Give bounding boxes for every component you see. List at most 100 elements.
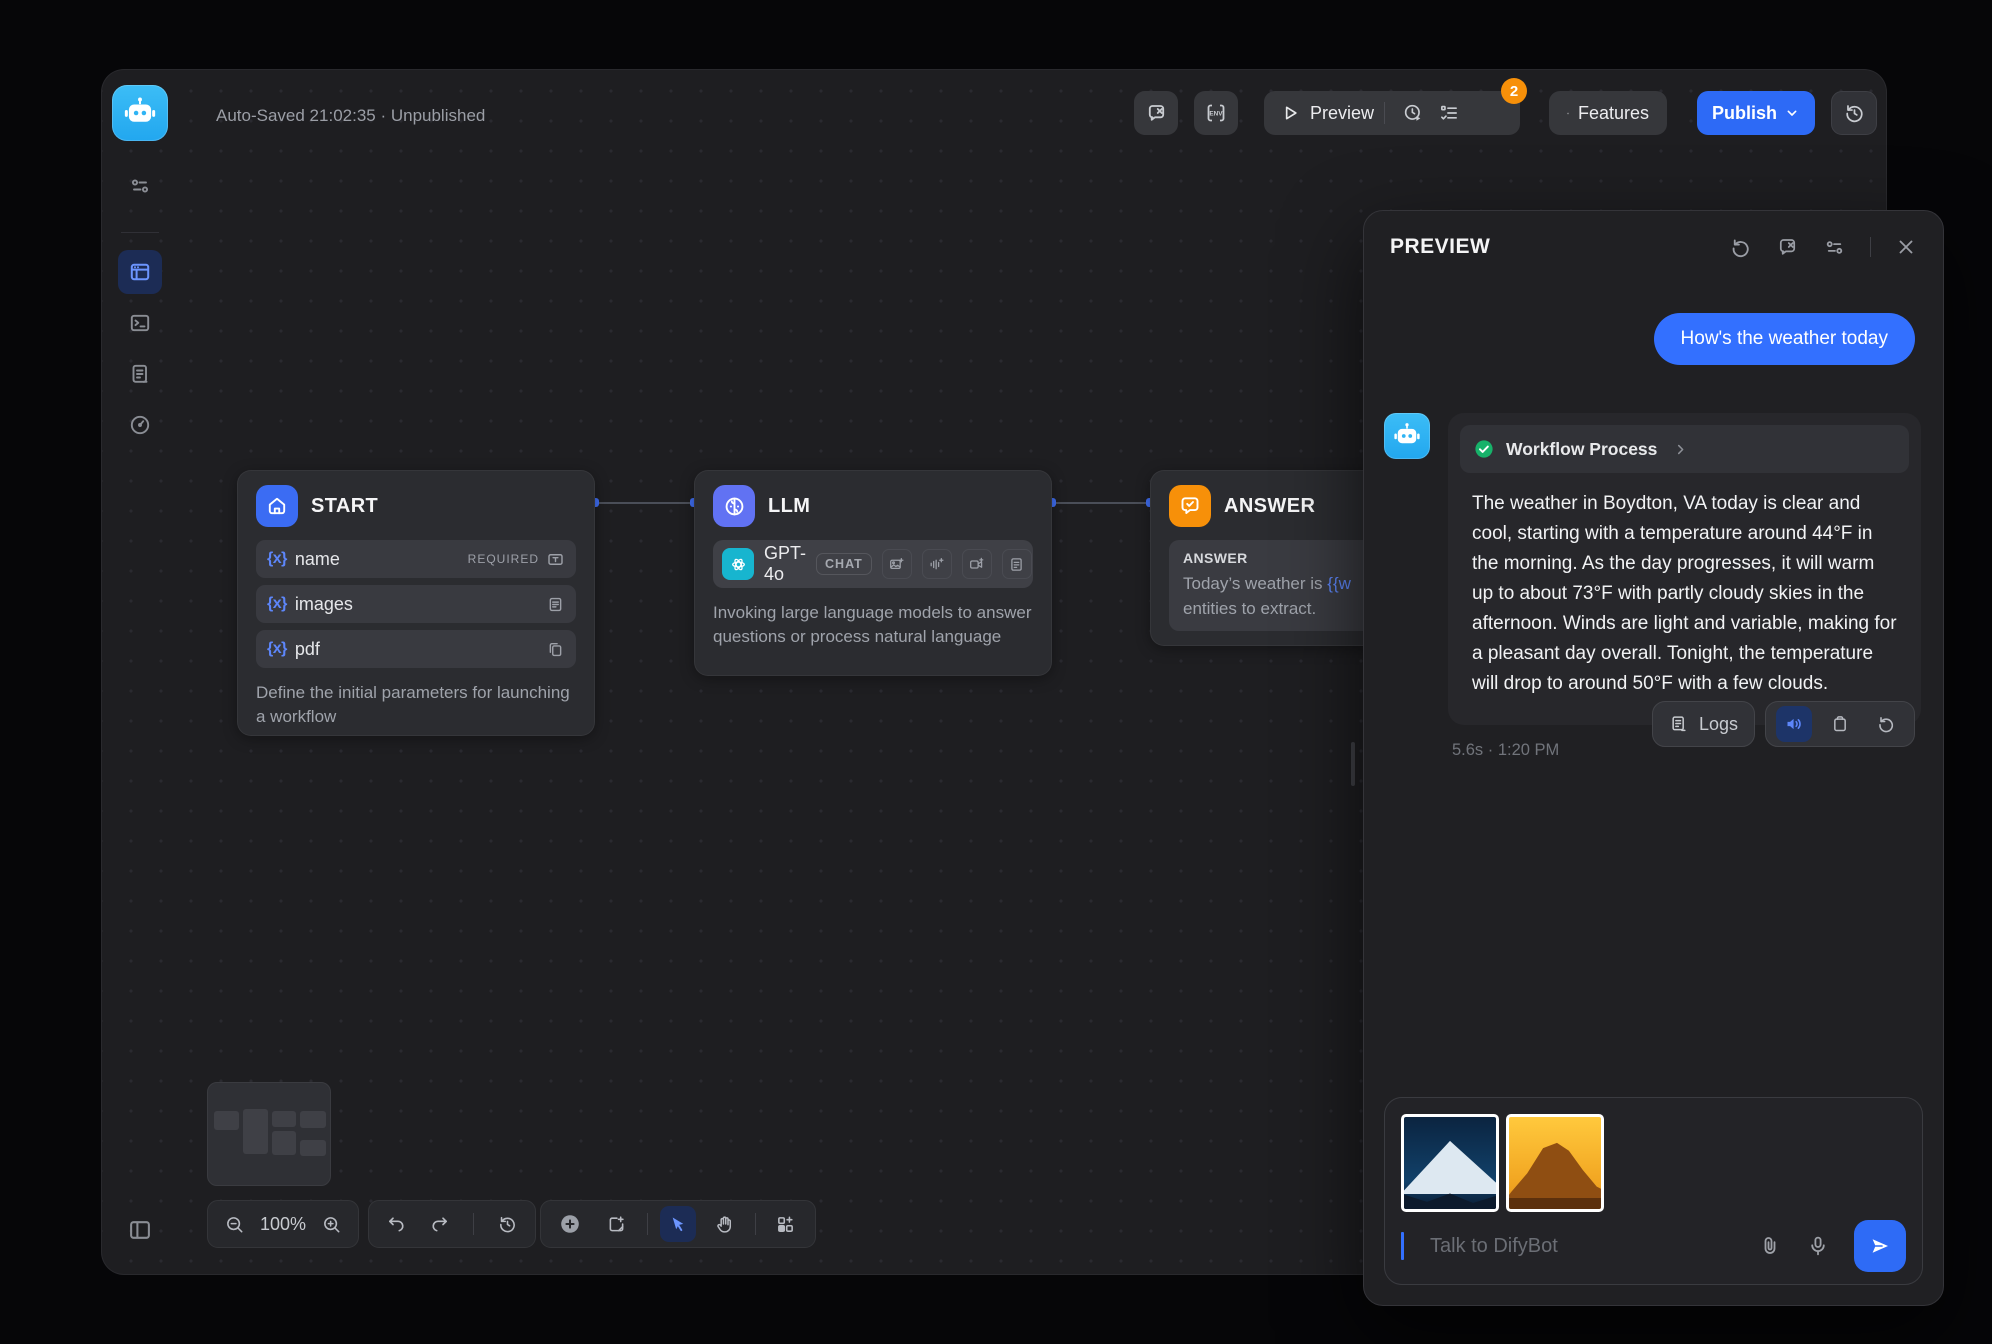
edge-start-llm [595, 502, 695, 504]
redo-icon[interactable] [422, 1206, 458, 1242]
sidebar-item-logs[interactable] [118, 352, 162, 396]
features-icon [1567, 103, 1569, 124]
history-controls [368, 1200, 536, 1248]
variable-token: {x} [267, 595, 287, 613]
app-logo-robot-icon[interactable] [112, 85, 168, 141]
sidebar-item-orchestrate[interactable] [118, 250, 162, 294]
sidebar-divider [121, 232, 159, 233]
canvas-tools [540, 1200, 816, 1248]
workflow-process-label: Workflow Process [1506, 439, 1657, 460]
logs-button[interactable]: Logs [1652, 701, 1755, 747]
composer [1384, 1097, 1923, 1285]
attachment-image-mountain-sunset[interactable] [1506, 1114, 1604, 1212]
publish-button[interactable]: Publish [1697, 91, 1815, 135]
variable-token: {x} [267, 640, 287, 658]
start-field-name[interactable]: {x} name REQUIRED [256, 540, 576, 578]
add-note-icon[interactable] [598, 1206, 634, 1242]
field-required-tag: REQUIRED [468, 552, 539, 566]
sidebar [102, 70, 178, 1274]
features-button[interactable]: Features [1549, 91, 1667, 135]
node-description: Define the initial parameters for launch… [256, 681, 576, 729]
model-selector[interactable]: GPT-4o CHAT [713, 540, 1033, 588]
field-name: images [295, 594, 353, 615]
preview-run-button[interactable]: Preview [1280, 103, 1374, 124]
start-field-images[interactable]: {x} images [256, 585, 576, 623]
speaker-icon[interactable] [1776, 706, 1812, 742]
node-title: ANSWER [1224, 495, 1315, 518]
chevron-right-icon [1672, 441, 1689, 458]
close-icon[interactable] [1895, 236, 1917, 258]
node-title: LLM [768, 495, 810, 518]
publish-button-label: Publish [1712, 103, 1777, 124]
bot-message-text: The weather in Boydton, VA today is clea… [1460, 473, 1909, 703]
hand-tool-icon[interactable] [706, 1206, 742, 1242]
autosave-status: Auto-Saved 21:02:35 · Unpublished [216, 106, 485, 126]
add-node-icon[interactable] [552, 1206, 588, 1242]
organize-blocks-icon[interactable] [768, 1206, 804, 1242]
zoom-controls: 100% [207, 1200, 359, 1248]
zoom-level[interactable]: 100% [252, 1214, 314, 1235]
minimap[interactable] [207, 1082, 331, 1186]
sidebar-item-monitoring[interactable] [118, 403, 162, 447]
field-name: pdf [295, 639, 320, 660]
restart-conversation-icon[interactable] [1729, 236, 1752, 259]
message-meta: 5.6s · 1:20 PM [1452, 741, 1559, 760]
vision-capability-icon [882, 549, 912, 579]
answer-text-prefix: Today’s weather is [1183, 574, 1327, 593]
answer-variable-fragment: {{w [1327, 574, 1351, 593]
home-icon [256, 485, 298, 527]
paragraph-icon [546, 595, 565, 614]
regenerate-icon[interactable] [1868, 706, 1904, 742]
preview-panel: PREVIEW How's the weather today [1363, 210, 1944, 1306]
zoom-out-icon[interactable] [218, 1206, 252, 1242]
zoom-in-icon[interactable] [314, 1206, 348, 1242]
success-check-icon [1473, 438, 1495, 460]
attach-file-icon[interactable] [1758, 1234, 1782, 1258]
edge-llm-answer [1052, 502, 1152, 504]
workflow-process-toggle[interactable]: Workflow Process [1460, 425, 1909, 473]
field-name: name [295, 549, 340, 570]
sidebar-item-terminal[interactable] [118, 301, 162, 345]
checklist-chat-button[interactable] [1134, 91, 1178, 135]
bot-avatar [1384, 413, 1430, 459]
node-start[interactable]: START {x} name REQUIRED {x} images {x} p [237, 470, 595, 736]
user-message-bubble: How's the weather today [1654, 313, 1915, 365]
panel-resize-handle[interactable] [1351, 742, 1355, 786]
variable-token: {x} [267, 550, 287, 568]
text-caret [1401, 1232, 1404, 1260]
llm-brain-icon [713, 485, 755, 527]
send-button[interactable] [1854, 1220, 1906, 1272]
conversation-settings-icon[interactable] [1823, 236, 1846, 259]
preview-title: PREVIEW [1390, 235, 1490, 259]
run-history-icon[interactable] [1395, 95, 1431, 131]
attachment-image-mountain-night[interactable] [1401, 1114, 1499, 1212]
node-llm[interactable]: LLM GPT-4o CHAT Invoking large language … [694, 470, 1052, 676]
chat-input[interactable] [1430, 1235, 1734, 1258]
files-icon [546, 640, 565, 659]
model-name: GPT-4o [764, 543, 806, 585]
copy-icon[interactable] [1822, 706, 1858, 742]
version-history-button[interactable] [1831, 91, 1877, 135]
env-variables-button[interactable]: ENV [1194, 91, 1238, 135]
answer-bubble-check-icon [1169, 485, 1211, 527]
logs-icon [1669, 714, 1689, 734]
start-field-pdf[interactable]: {x} pdf [256, 630, 576, 668]
workflow-settings-icon[interactable] [118, 164, 162, 208]
mode-badge: CHAT [816, 553, 872, 575]
chevron-down-icon [1784, 105, 1800, 121]
conversation-checklist-icon[interactable] [1776, 236, 1799, 259]
checklist-icon[interactable] [1431, 95, 1467, 131]
audio-capability-icon [922, 549, 952, 579]
microphone-icon[interactable] [1806, 1234, 1830, 1258]
run-group: Preview [1264, 91, 1520, 135]
bot-message-bubble: Workflow Process The weather in Boydton,… [1448, 413, 1921, 725]
text-input-icon [546, 550, 565, 569]
play-icon [1280, 103, 1300, 123]
collapse-panel-icon[interactable] [118, 1208, 162, 1252]
openai-logo-icon [722, 548, 754, 580]
pointer-tool-icon[interactable] [660, 1206, 696, 1242]
preview-button-label: Preview [1310, 103, 1374, 124]
change-history-icon[interactable] [489, 1206, 525, 1242]
message-tools [1765, 701, 1915, 747]
undo-icon[interactable] [379, 1206, 415, 1242]
